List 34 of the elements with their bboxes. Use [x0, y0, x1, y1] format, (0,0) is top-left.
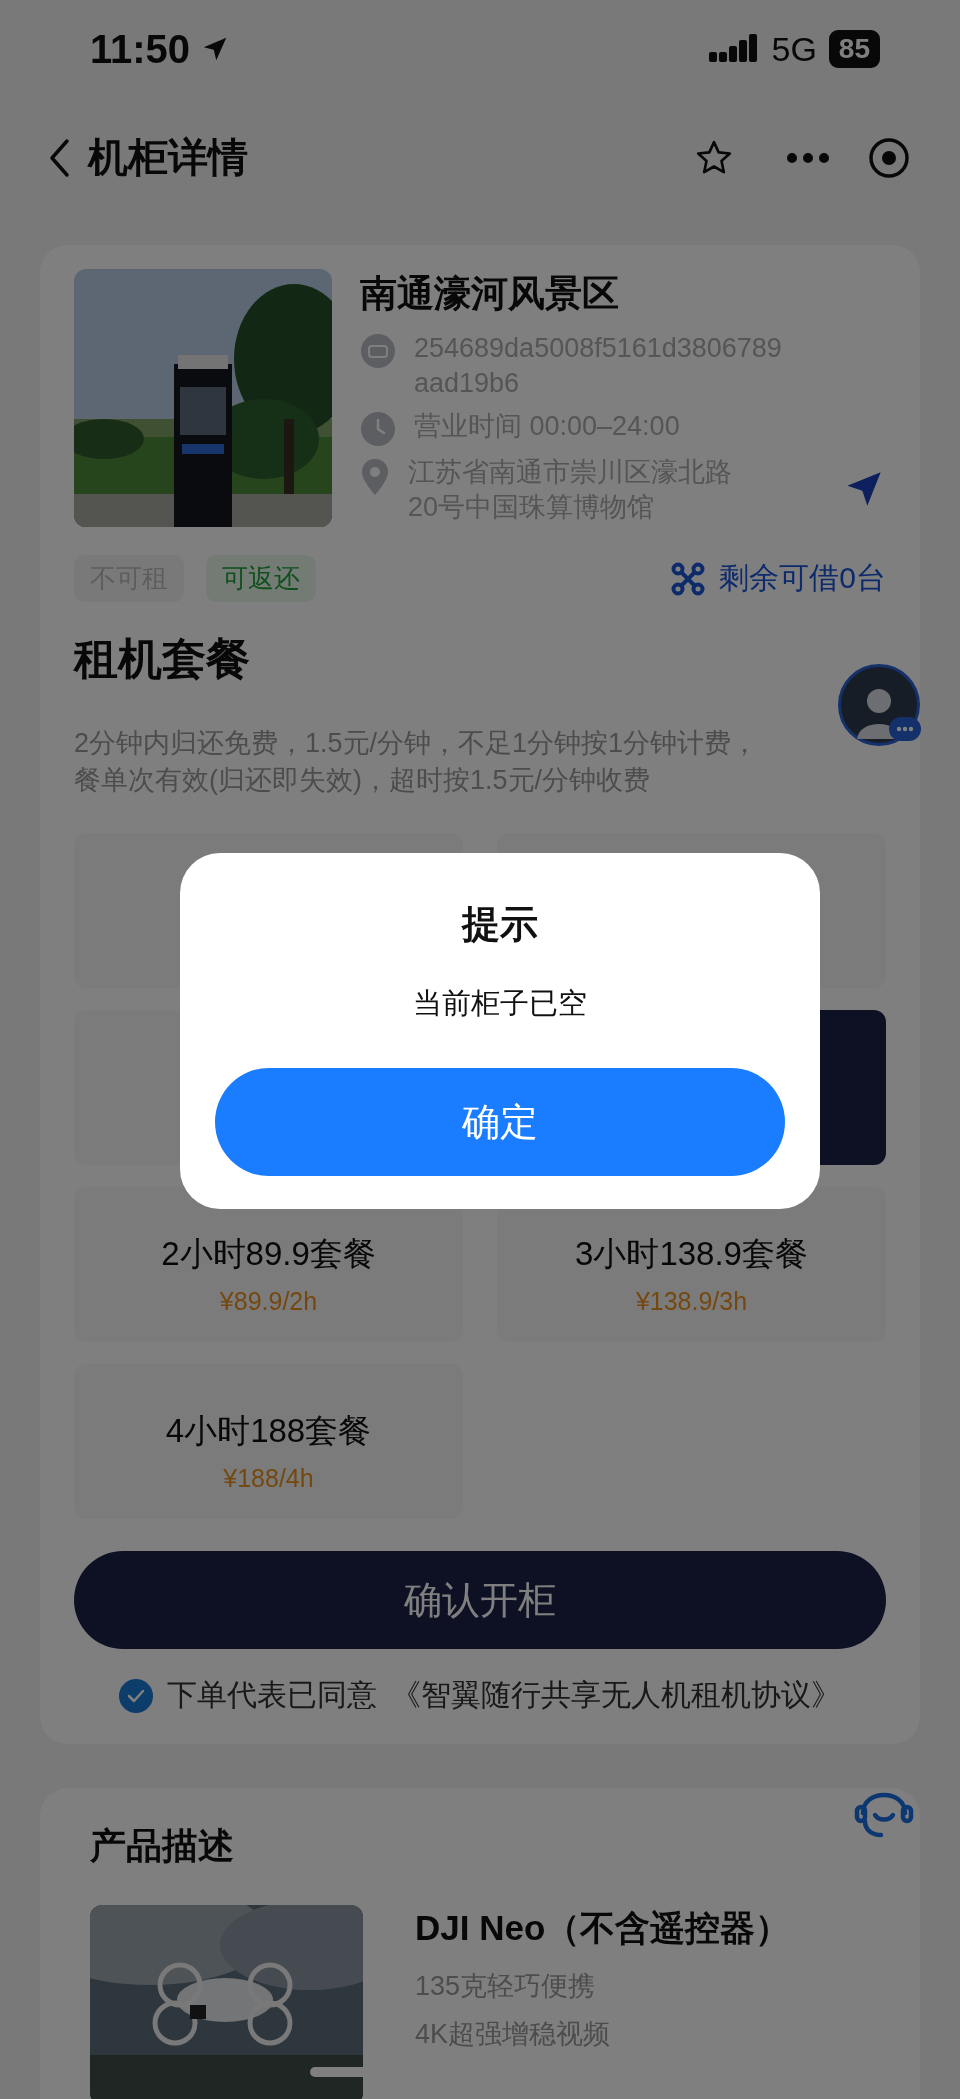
id-icon [360, 333, 396, 369]
status-tag: 可返还 [206, 555, 316, 602]
dots-icon [896, 726, 914, 732]
page-title: 机柜详情 [88, 134, 249, 181]
product-name: DJI Neo（不含遥控器） [415, 1907, 791, 1949]
stock-count: 剩余可借0台 [719, 560, 886, 596]
dialog-title: 提示 [462, 902, 538, 947]
ok-button[interactable]: 确定 [215, 1068, 785, 1176]
battery-indicator: 85 [828, 30, 880, 68]
open-cabinet-button[interactable]: 确认开柜 [74, 1551, 886, 1649]
plan-name: 4小时188套餐 [165, 1411, 372, 1451]
back-chevron-icon [48, 137, 70, 178]
section-title: 产品描述 [90, 1824, 235, 1868]
clock-icon [360, 411, 396, 447]
agreement-checkbox[interactable] [119, 1678, 153, 1713]
location-name: 南通濠河风景区 [360, 272, 620, 316]
section-title: 租机套餐 [74, 633, 251, 685]
target-icon [868, 136, 910, 179]
agreement-text: 下单代表已同意 [167, 1677, 377, 1713]
plan-name: 3小时138.9套餐 [575, 1234, 808, 1274]
plan-card[interactable]: 2小时89.9套餐 ¥89.9/2h [74, 1187, 463, 1342]
plan-card[interactable]: 4小时188套餐 ¥188/4h [74, 1364, 463, 1519]
dialog-message: 当前柜子已空 [413, 986, 587, 1021]
plan-name: 2小时89.9套餐 [161, 1234, 376, 1274]
plan-price: ¥89.9/2h [219, 1287, 318, 1316]
network-label: 5G [771, 29, 817, 69]
more-icon [786, 151, 830, 164]
plan-price: ¥188/4h [223, 1464, 314, 1493]
drone-icon [671, 561, 706, 596]
checkmark-icon [126, 1687, 146, 1704]
clock-time: 11:50 [90, 26, 191, 72]
agreement-link[interactable]: 《智翼随行共享无人机租机协议》 [391, 1675, 841, 1716]
plan-price: ¥138.9/3h [635, 1287, 748, 1316]
map-pin-icon [360, 457, 390, 497]
